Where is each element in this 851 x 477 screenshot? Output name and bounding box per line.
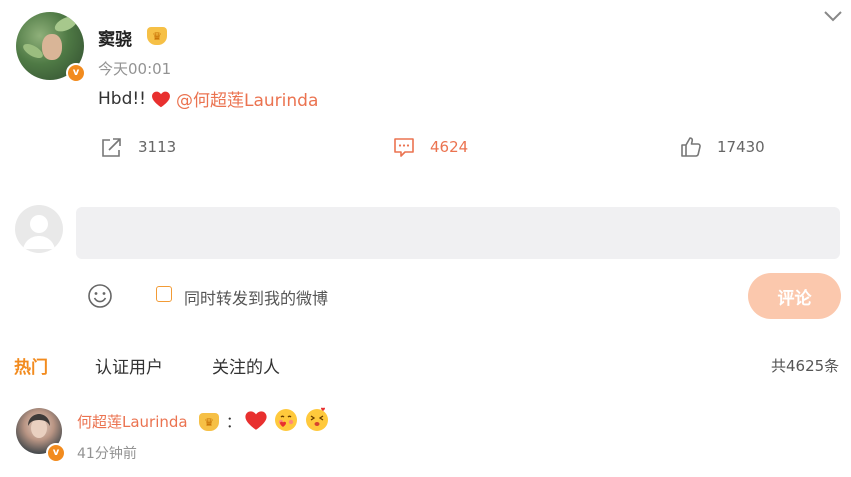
tab-hot[interactable]: 热门 [14, 353, 48, 378]
commenter-name[interactable]: 何超莲Laurinda [77, 411, 188, 432]
heart-emoji-icon [243, 407, 269, 433]
crown-badge-icon: ♛ [147, 27, 167, 45]
commenter-verified-icon: v [46, 443, 66, 463]
author-name[interactable]: 窦骁 [98, 25, 132, 50]
comment-button[interactable]: 4624 [392, 136, 468, 158]
share-count: 3113 [138, 138, 177, 156]
post-text-prefix: Hbd!! [98, 88, 146, 109]
heart-emoji-icon [150, 88, 172, 110]
tab-following[interactable]: 关注的人 [212, 353, 280, 378]
comment-count: 4624 [430, 138, 469, 156]
comment-colon: ： [226, 413, 242, 431]
total-comment-count: 共4625条 [771, 357, 840, 375]
chevron-down-icon[interactable] [822, 8, 844, 24]
repost-label[interactable]: 同时转发到我的微博 [184, 285, 328, 309]
thumbs-up-icon [681, 137, 701, 157]
tab-verified-users[interactable]: 认证用户 [95, 353, 163, 378]
kissing-emoji-icon [304, 407, 330, 433]
emoji-picker-icon[interactable] [86, 282, 114, 310]
commenter-crown-icon: ♛ [199, 413, 219, 431]
mention-link[interactable]: @何超莲Laurinda [176, 86, 318, 111]
verified-badge-icon: v [66, 63, 86, 83]
repost-checkbox[interactable] [156, 286, 172, 302]
share-icon [102, 138, 121, 157]
post-text: Hbd!! @何超莲Laurinda [98, 86, 318, 112]
like-count: 17430 [717, 138, 765, 156]
post-timestamp: 今天00:01 [98, 60, 172, 78]
blushing-heart-emoji-icon [273, 407, 299, 433]
share-button[interactable]: 3113 [100, 136, 176, 158]
comment-input[interactable] [76, 207, 840, 259]
comment-icon [394, 138, 414, 157]
like-button[interactable]: 17430 [679, 136, 765, 158]
comment-time: 41分钟前 [77, 446, 137, 462]
submit-comment-button[interactable]: 评论 [748, 273, 841, 319]
current-user-avatar [15, 205, 63, 253]
